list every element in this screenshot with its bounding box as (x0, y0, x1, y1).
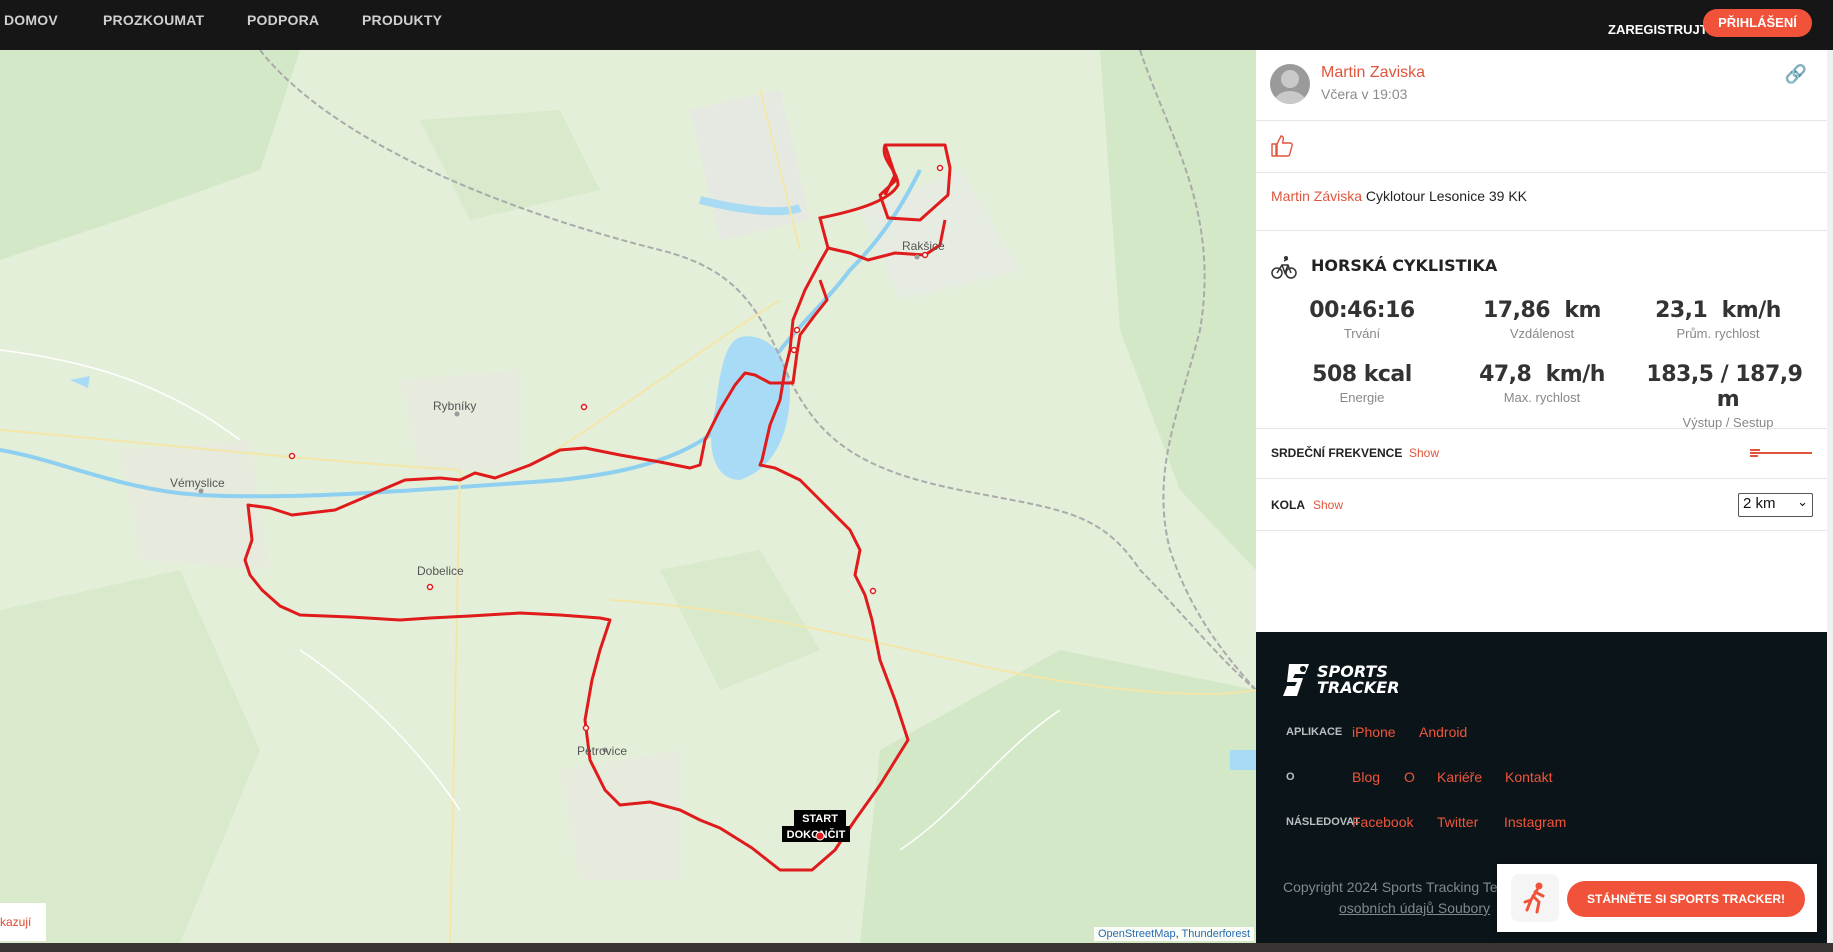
stat-max-speed-unit: km/h (1545, 362, 1606, 387)
stat-energy-label: Energie (1339, 390, 1385, 405)
stat-distance: 17,86 km Vzdálenost (1457, 298, 1627, 341)
map-canvas: Rybníky Vémyslice Dobelice Petrovice Rak… (0, 50, 1256, 943)
stat-ascent-value: 183,5 / 187,9 (1646, 362, 1803, 387)
stat-duration-label: Trvání (1343, 326, 1381, 341)
top-navigation-bar: DOMOV PROZKOUMAT PODPORA PRODUKTY ZAREGI… (0, 0, 1833, 68)
place-vemyslice: Vémyslice (170, 476, 225, 490)
description-row: Martin Záviska Cyklotour Lesonice 39 KK (1256, 172, 1827, 231)
description-author[interactable]: Martin Záviska (1271, 188, 1362, 204)
thumbs-up-icon[interactable] (1270, 134, 1294, 158)
page-scrollbar[interactable] (1827, 50, 1833, 943)
stat-max-speed-value: 47,8 (1479, 362, 1532, 387)
place-rakslice: Rakšice (902, 239, 945, 253)
stat-duration: 00:46:16 Trvání (1277, 298, 1447, 341)
attribution-separator: , (1175, 928, 1179, 940)
map-attribution: OpenStreetMap, Thunderforest (1093, 927, 1254, 941)
footer-link-careers[interactable]: Kariéře (1437, 769, 1482, 785)
avatar[interactable] (1270, 64, 1310, 104)
footer-link-blog[interactable]: Blog (1352, 769, 1380, 785)
workout-panel: Martin Zaviska Včera v 19:03 🔗 Martin Zá… (1256, 50, 1827, 632)
footer-link-contact[interactable]: Kontakt (1505, 769, 1552, 785)
osm-link[interactable]: OpenStreetMap (1098, 928, 1176, 940)
place-dobelice: Dobelice (417, 564, 464, 578)
stat-ascent-unit: m (1716, 387, 1740, 412)
app-download-promo: STÁHNĚTE SI SPORTS TRACKER! (1497, 864, 1817, 932)
footer-link-about[interactable]: O (1404, 769, 1415, 785)
stat-avg-speed-label: Prům. rychlost (1676, 326, 1760, 341)
nav-produkty[interactable]: PRODUKTY (362, 12, 442, 28)
sports-tracker-logo-mark (1283, 664, 1309, 696)
stat-distance-unit: km (1564, 298, 1601, 323)
taskbar-edge (0, 943, 1833, 952)
lap-distance-select[interactable]: 2 km ⌄ (1738, 493, 1813, 517)
place-rybniky: Rybníky (433, 399, 476, 413)
stat-avg-speed: 23,1 km/h Prům. rychlost (1633, 298, 1803, 341)
workout-description: Martin Záviska Cyklotour Lesonice 39 KK (1271, 188, 1527, 204)
sports-tracker-logo[interactable]: SPORTS TRACKER (1283, 662, 1400, 698)
route-map[interactable]: Rybníky Vémyslice Dobelice Petrovice Rak… (0, 50, 1256, 943)
heart-rate-label: SRDEČNÍ FREKVENCE (1271, 446, 1403, 460)
stat-max-speed-label: Max. rychlost (1503, 390, 1581, 405)
footer-link-android[interactable]: Android (1419, 724, 1467, 740)
footer-privacy-link[interactable]: osobních údajů Soubory (1339, 900, 1490, 916)
app-icon (1511, 874, 1559, 922)
nav-podpora[interactable]: PODPORA (247, 12, 319, 28)
thunderforest-link[interactable]: Thunderforest (1182, 928, 1250, 940)
download-app-button[interactable]: STÁHNĚTE SI SPORTS TRACKER! (1567, 881, 1805, 917)
sport-type: HORSKÁ CYKLISTIKA (1311, 256, 1498, 275)
mountain-bike-icon (1271, 256, 1297, 279)
stat-distance-label: Vzdálenost (1509, 326, 1575, 341)
chevron-down-icon: ⌄ (1797, 494, 1808, 509)
footer-link-instagram[interactable]: Instagram (1504, 814, 1566, 830)
stat-max-speed: 47,8 km/h Max. rychlost (1457, 362, 1627, 405)
nav-domov[interactable]: DOMOV (4, 12, 58, 28)
stat-energy-value: 508 kcal (1312, 362, 1412, 387)
description-text: Cyklotour Lesonice 39 KK (1365, 188, 1528, 204)
stat-ascent-descent: 183,5 / 187,9 m Výstup / Sestup (1633, 362, 1823, 430)
author-name[interactable]: Martin Zaviska (1321, 64, 1425, 82)
stats-section: HORSKÁ CYKLISTIKA 00:46:16 Trvání 17,86 … (1256, 230, 1827, 430)
author-row: Martin Zaviska Včera v 19:03 🔗 (1256, 50, 1827, 121)
place-petrovice: Petrovice (577, 744, 627, 758)
workout-time: Včera v 19:03 (1321, 86, 1408, 102)
footer-link-iphone[interactable]: iPhone (1352, 724, 1396, 740)
start-point-marker[interactable] (815, 831, 825, 841)
footer-copyright: Copyright 2024 Sports Tracking Te (1283, 879, 1498, 895)
stat-energy: 508 kcal Energie (1277, 362, 1447, 405)
heart-rate-row: SRDEČNÍ FREKVENCE Show (1256, 428, 1827, 479)
footer-link-twitter[interactable]: Twitter (1437, 814, 1478, 830)
runner-icon (1523, 882, 1545, 914)
heart-rate-show-link[interactable]: Show (1409, 446, 1439, 460)
heart-rate-zones-icon (1750, 449, 1812, 457)
brand-line-2: TRACKER (1317, 678, 1400, 697)
like-row (1256, 120, 1827, 173)
link-icon[interactable]: 🔗 (1785, 64, 1807, 85)
stat-distance-value: 17,86 (1483, 298, 1551, 323)
stat-avg-speed-unit: km/h (1721, 298, 1782, 323)
map-legend-fragment: kazují (0, 903, 46, 941)
footer-link-facebook[interactable]: Facebook (1352, 814, 1413, 830)
lap-distance-value: 2 km (1743, 495, 1776, 512)
footer-follow-label: NÁSLEDOVAT (1286, 816, 1361, 828)
login-button[interactable]: PŘIHLÁŠENÍ (1703, 9, 1812, 37)
footer-apps-label: APLIKACE (1286, 726, 1343, 738)
stat-avg-speed-value: 23,1 (1655, 298, 1708, 323)
footer-about-label: O (1286, 771, 1295, 783)
start-marker-label: START (802, 813, 838, 825)
nav-prozkoumat[interactable]: PROZKOUMAT (103, 12, 204, 28)
stat-duration-value: 00:46:16 (1309, 298, 1415, 323)
laps-show-link[interactable]: Show (1313, 498, 1343, 512)
laps-label: KOLA (1271, 498, 1305, 512)
